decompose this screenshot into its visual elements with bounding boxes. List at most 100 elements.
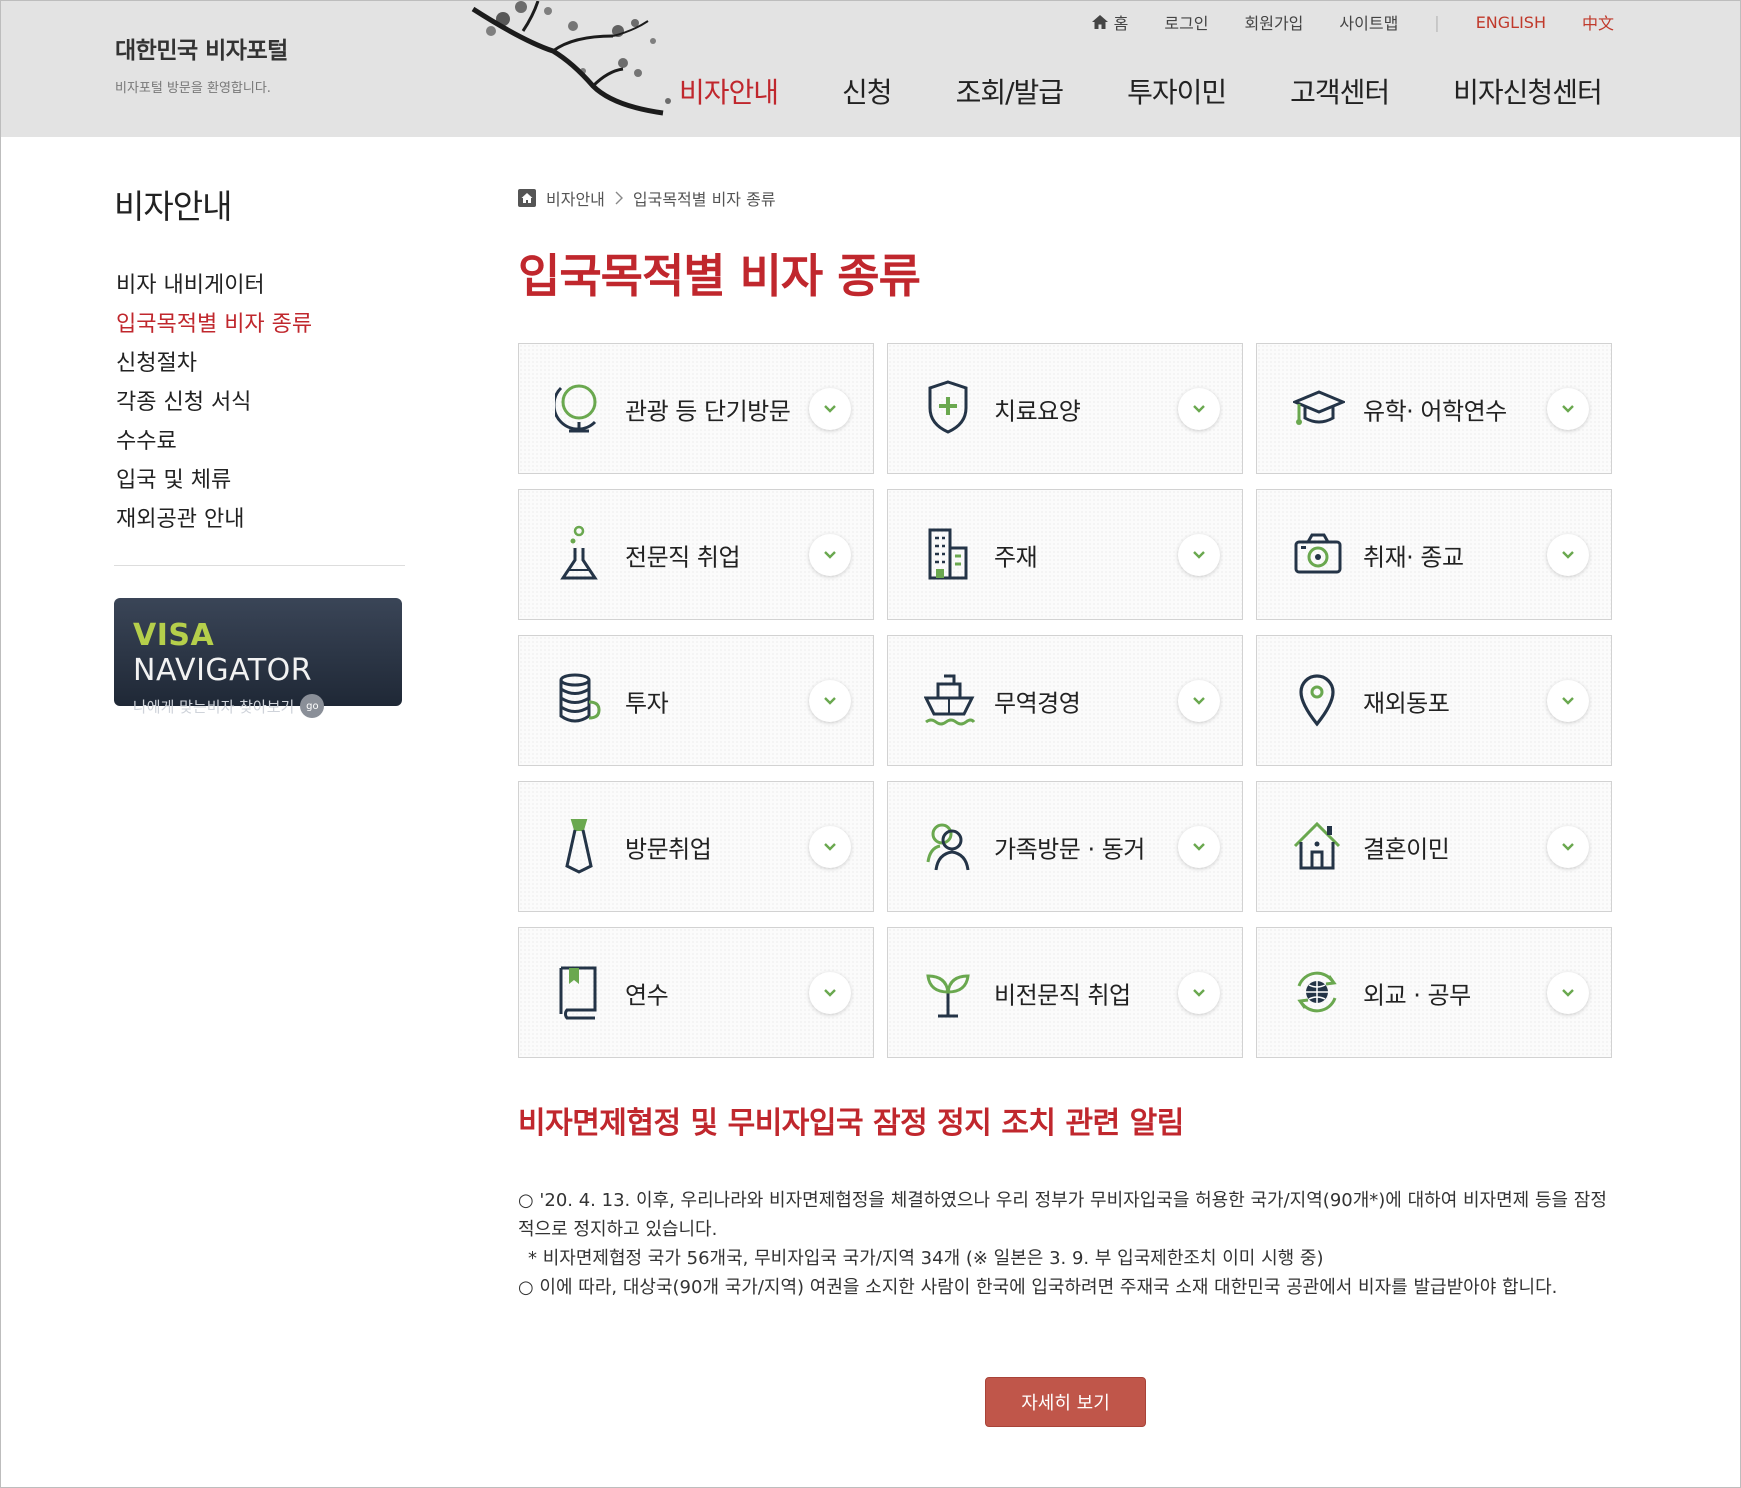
banner-subtitle-text: 나에게 맞는비자 찾아보기 <box>133 697 295 716</box>
lnb-item-fees[interactable]: 수수료 <box>114 422 405 461</box>
sprout-icon <box>926 974 970 1018</box>
visa-card-label: 관광 등 단기방문 <box>625 397 791 425</box>
gnb-apply[interactable]: 신청 <box>842 71 893 111</box>
lnb-item-procedure[interactable]: 신청절차 <box>114 344 405 383</box>
visa-card-overseas-korean[interactable]: 재외동포 <box>1256 635 1612 766</box>
banner-title: VISA NAVIGATOR <box>133 618 402 688</box>
building-icon <box>928 528 968 580</box>
chevron-down-icon[interactable] <box>1178 680 1220 722</box>
util-home-link[interactable]: 홈 <box>1091 10 1129 34</box>
gnb-inquiry[interactable]: 조회/발급 <box>956 71 1064 111</box>
necktie-icon <box>565 819 593 874</box>
notice-paragraph: ○ '20. 4. 13. 이후, 우리나라와 비자면제협정을 체결하였으나 우… <box>518 1190 1607 1240</box>
chevron-down-icon[interactable] <box>1547 680 1589 722</box>
visa-card-label: 재외동포 <box>1363 689 1450 717</box>
breadcrumb-current: 입국목적별 비자 종류 <box>632 190 776 209</box>
visa-card-label: 전문직 취업 <box>625 543 741 571</box>
util-login-link[interactable]: 로그인 <box>1164 10 1208 34</box>
visa-card-label: 취재· 종교 <box>1363 543 1464 571</box>
medical-shield-icon <box>928 380 968 434</box>
visa-card-training[interactable]: 연수 <box>518 927 874 1058</box>
visa-card-journalism-religion[interactable]: 취재· 종교 <box>1256 489 1612 620</box>
chevron-down-icon[interactable] <box>1178 388 1220 430</box>
visa-card-investment[interactable]: 투자 <box>518 635 874 766</box>
visa-card-label: 무역경영 <box>994 689 1081 717</box>
gnb-visa-application-center[interactable]: 비자신청센터 <box>1453 71 1603 111</box>
visa-card-diplomatic-official[interactable]: 외교 · 공무 <box>1256 927 1612 1058</box>
visa-card-label: 가족방문 · 동거 <box>994 835 1145 863</box>
view-details-button[interactable]: 자세히 보기 <box>985 1377 1146 1427</box>
chevron-down-icon[interactable] <box>809 388 851 430</box>
chevron-down-icon[interactable] <box>809 972 851 1014</box>
chevron-down-icon[interactable] <box>1547 826 1589 868</box>
visa-card-trade-business[interactable]: 무역경영 <box>887 635 1243 766</box>
util-english-link[interactable]: ENGLISH <box>1476 13 1546 32</box>
visa-card-professional-employment[interactable]: 전문직 취업 <box>518 489 874 620</box>
visa-type-grid: 관광 등 단기방문 치료요양 유학· 어학연수 전문직 취업 주재 취재· 종교… <box>518 343 1612 1058</box>
lnb-item-entry-stay[interactable]: 입국 및 체류 <box>114 461 405 500</box>
breadcrumb-home-icon[interactable] <box>518 189 536 207</box>
notice-body: ○ '20. 4. 13. 이후, 우리나라와 비자면제협정을 체결하였으나 우… <box>518 1186 1613 1302</box>
ink-branch-decoration <box>471 1 671 116</box>
chevron-down-icon[interactable] <box>1547 534 1589 576</box>
chevron-down-icon[interactable] <box>1547 388 1589 430</box>
chevron-down-icon[interactable] <box>1178 534 1220 576</box>
logo-title: 대한민국 비자포털 <box>115 38 288 64</box>
globe-icon <box>555 384 597 433</box>
chevron-down-icon[interactable] <box>809 826 851 868</box>
lnb-list: 비자 내비게이터 입국목적별 비자 종류 신청절차 각종 신청 서식 수수료 입… <box>114 266 405 539</box>
chevron-down-icon[interactable] <box>1178 972 1220 1014</box>
banner-subtitle: 나에게 맞는비자 찾아보기 go <box>133 694 402 718</box>
lnb-item-overseas-missions[interactable]: 재외공관 안내 <box>114 500 405 539</box>
chevron-down-icon[interactable] <box>809 534 851 576</box>
visa-card-medical[interactable]: 치료요양 <box>887 343 1243 474</box>
lnb-divider <box>114 565 405 566</box>
gnb-customer-center[interactable]: 고객센터 <box>1290 71 1390 111</box>
main-navigation: 비자안내 신청 조회/발급 투자이민 고객센터 비자신청센터 <box>679 71 1603 111</box>
chevron-down-icon[interactable] <box>1178 826 1220 868</box>
site-header: 대한민국 비자포털 비자포털 방문을 환영합니다. 홈 로그인 회원가입 사이트… <box>1 1 1740 137</box>
lnb-item-visa-types[interactable]: 입국목적별 비자 종류 <box>114 305 405 344</box>
util-separator: | <box>1434 12 1440 32</box>
visa-card-marriage-migrant[interactable]: 결혼이민 <box>1256 781 1612 912</box>
visa-card-resident[interactable]: 주재 <box>887 489 1243 620</box>
visa-card-non-professional-employment[interactable]: 비전문직 취업 <box>887 927 1243 1058</box>
house-icon <box>1293 821 1341 870</box>
graduation-cap-icon <box>1293 390 1345 425</box>
util-chinese-link[interactable]: 中文 <box>1582 10 1614 34</box>
lnb-title: 비자안내 <box>114 187 232 226</box>
banner-title-visa: VISA <box>133 618 215 653</box>
site-logo[interactable]: 대한민국 비자포털 비자포털 방문을 환영합니다. <box>115 31 288 96</box>
visa-card-label: 결혼이민 <box>1363 835 1450 863</box>
visa-card-label: 외교 · 공무 <box>1363 981 1471 1009</box>
visa-card-family-visit[interactable]: 가족방문 · 동거 <box>887 781 1243 912</box>
util-home-label: 홈 <box>1113 14 1129 33</box>
visa-navigator-banner[interactable]: VISA NAVIGATOR 나에게 맞는비자 찾아보기 go <box>114 598 402 718</box>
go-badge: go <box>300 694 325 718</box>
visa-card-label: 치료요양 <box>994 397 1081 425</box>
gnb-visa-guide[interactable]: 비자안내 <box>679 71 779 111</box>
lnb-item-visa-navigator[interactable]: 비자 내비게이터 <box>114 266 405 305</box>
chevron-down-icon[interactable] <box>809 680 851 722</box>
banner-title-navigator: NAVIGATOR <box>133 653 313 688</box>
util-signup-link[interactable]: 회원가입 <box>1245 10 1304 34</box>
visa-card-study[interactable]: 유학· 어학연수 <box>1256 343 1612 474</box>
gnb-investment-immigration[interactable]: 투자이민 <box>1127 71 1227 111</box>
visa-card-label: 연수 <box>625 981 669 1009</box>
globe-arrows-icon <box>1297 971 1337 1013</box>
breadcrumb-chevron-icon <box>615 191 623 205</box>
lnb-item-forms[interactable]: 각종 신청 서식 <box>114 383 405 422</box>
camera-icon <box>1294 533 1342 574</box>
visa-card-working-visit[interactable]: 방문취업 <box>518 781 874 912</box>
visa-card-label: 주재 <box>994 543 1038 571</box>
notice-title: 비자면제협정 및 무비자입국 잠정 정지 조치 관련 알림 <box>518 1106 1184 1141</box>
family-icon <box>926 823 970 871</box>
ship-icon <box>924 674 976 726</box>
util-sitemap-link[interactable]: 사이트맵 <box>1339 10 1398 34</box>
chevron-down-icon[interactable] <box>1547 972 1589 1014</box>
notice-paragraph: ○ 이에 따라, 대상국(90개 국가/지역) 여권을 소지한 사람이 한국에 … <box>518 1277 1558 1298</box>
visa-card-short-term[interactable]: 관광 등 단기방문 <box>518 343 874 474</box>
breadcrumb-item[interactable]: 비자안내 <box>546 186 605 210</box>
left-navigation: 비자안내 비자 내비게이터 입국목적별 비자 종류 신청절차 각종 신청 서식 … <box>114 180 405 718</box>
logo-subtitle: 비자포털 방문을 환영합니다. <box>115 81 271 96</box>
